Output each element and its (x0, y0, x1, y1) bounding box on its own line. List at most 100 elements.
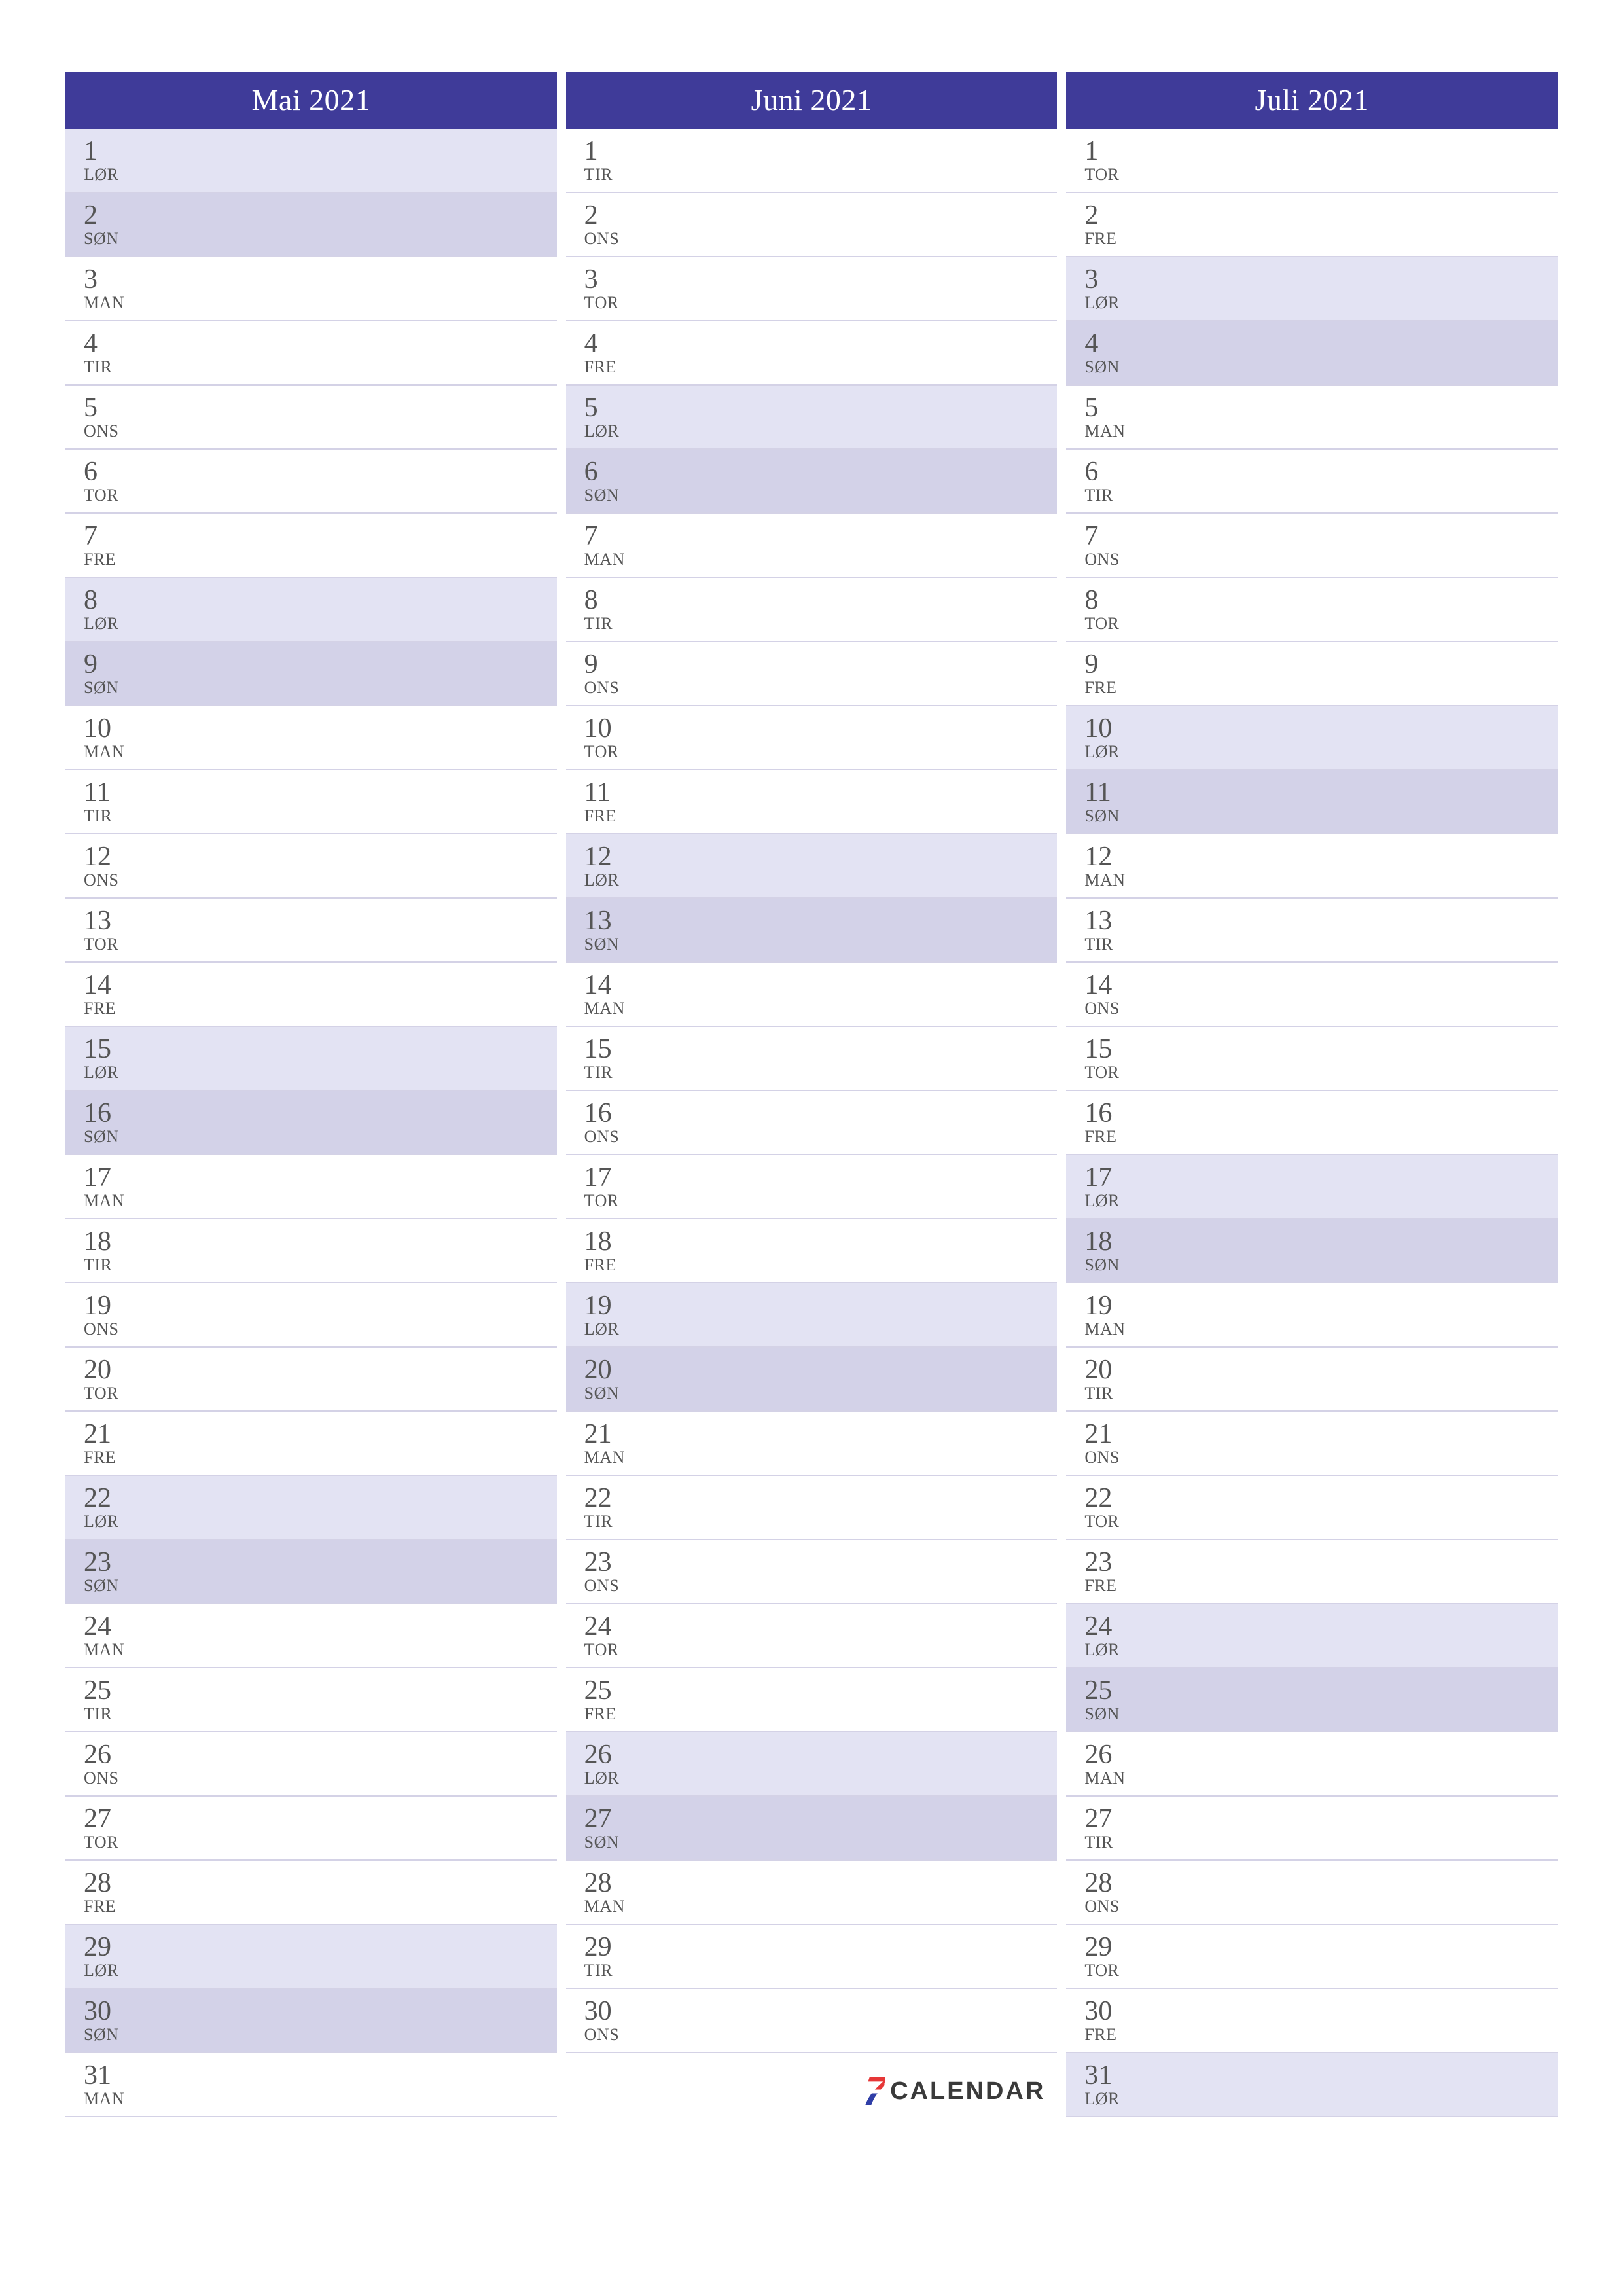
day-of-week-label: TIR (584, 166, 1058, 185)
day-of-week-label: FRE (1084, 2026, 1558, 2045)
day-cell: 24TOR (566, 1604, 1058, 1668)
day-number: 11 (1084, 778, 1558, 807)
day-number: 22 (1084, 1484, 1558, 1513)
day-of-week-label: LØR (1084, 743, 1558, 762)
day-cell: 8TIR (566, 578, 1058, 642)
day-number: 27 (1084, 1804, 1558, 1833)
day-number: 11 (84, 778, 557, 807)
day-of-week-label: LØR (84, 1962, 557, 1981)
day-of-week-label: LØR (584, 1769, 1058, 1788)
day-cell: 8LØR (65, 578, 557, 642)
day-number: 17 (84, 1163, 557, 1192)
day-number: 5 (1084, 393, 1558, 422)
day-of-week-label: TOR (1084, 1513, 1558, 1532)
day-cell: 27TIR (1066, 1797, 1558, 1861)
day-cell: 5MAN (1066, 386, 1558, 450)
day-cell: 20TOR (65, 1348, 557, 1412)
day-cell: 18SØN (1066, 1219, 1558, 1283)
day-cell: 12ONS (65, 834, 557, 899)
day-cell: 14MAN (566, 963, 1058, 1027)
day-of-week-label: LØR (584, 871, 1058, 890)
day-number: 23 (1084, 1548, 1558, 1577)
day-of-week-label: TOR (1084, 166, 1558, 185)
day-of-week-label: TIR (584, 1513, 1058, 1532)
day-of-week-label: TOR (1084, 615, 1558, 634)
day-of-week-label: ONS (84, 422, 557, 441)
day-of-week-label: MAN (84, 2090, 557, 2109)
day-of-week-label: SØN (584, 1384, 1058, 1403)
day-number: 29 (1084, 1933, 1558, 1962)
day-number: 12 (584, 842, 1058, 871)
day-of-week-label: ONS (584, 2026, 1058, 2045)
day-of-week-label: MAN (1084, 1769, 1558, 1788)
month-column: Juni 20211TIR2ONS3TOR4FRE5LØR6SØN7MAN8TI… (566, 72, 1058, 2119)
day-cell: 9FRE (1066, 642, 1558, 706)
day-of-week-label: MAN (84, 1641, 557, 1660)
day-number: 26 (584, 1740, 1058, 1769)
day-cell: 22TOR (1066, 1476, 1558, 1540)
day-of-week-label: ONS (584, 679, 1058, 698)
day-cell: 20SØN (566, 1348, 1058, 1412)
day-cell: 25TIR (65, 1668, 557, 1732)
day-of-week-label: LØR (84, 615, 557, 634)
day-cell: 19ONS (65, 1283, 557, 1348)
day-number: 1 (584, 137, 1058, 166)
day-cell: 25FRE (566, 1668, 1058, 1732)
day-number: 27 (584, 1804, 1058, 1833)
day-cell: 5LØR (566, 386, 1058, 450)
day-cell: 30ONS (566, 1989, 1058, 2053)
day-cell: 24MAN (65, 1604, 557, 1668)
day-number: 3 (84, 265, 557, 294)
day-of-week-label: TIR (1084, 1384, 1558, 1403)
day-of-week-label: LØR (84, 1064, 557, 1083)
day-number: 24 (1084, 1612, 1558, 1641)
day-number: 19 (1084, 1291, 1558, 1320)
day-of-week-label: FRE (1084, 230, 1558, 249)
day-of-week-label: TIR (584, 1064, 1058, 1083)
day-number: 20 (1084, 1355, 1558, 1384)
day-of-week-label: TIR (584, 615, 1058, 634)
day-cell: 10TOR (566, 706, 1058, 770)
day-number: 29 (584, 1933, 1058, 1962)
day-cell: 6TIR (1066, 450, 1558, 514)
day-number: 16 (584, 1099, 1058, 1128)
day-of-week-label: FRE (84, 1448, 557, 1467)
day-number: 14 (1084, 971, 1558, 999)
day-of-week-label: LØR (1084, 294, 1558, 313)
day-number: 25 (84, 1676, 557, 1705)
day-of-week-label: FRE (584, 807, 1058, 826)
day-cell: 28MAN (566, 1861, 1058, 1925)
day-cell: 20TIR (1066, 1348, 1558, 1412)
day-cell: 11SØN (1066, 770, 1558, 834)
day-number: 10 (584, 714, 1058, 743)
day-cell: 23SØN (65, 1540, 557, 1604)
day-number: 27 (84, 1804, 557, 1833)
day-cell: 28FRE (65, 1861, 557, 1925)
day-number: 18 (84, 1227, 557, 1256)
day-cell: 18TIR (65, 1219, 557, 1283)
day-cell: 16ONS (566, 1091, 1058, 1155)
day-cell: 9ONS (566, 642, 1058, 706)
day-cell: 16FRE (1066, 1091, 1558, 1155)
day-cell: 7FRE (65, 514, 557, 578)
day-cell: 27TOR (65, 1797, 557, 1861)
day-number: 22 (84, 1484, 557, 1513)
day-of-week-label: SØN (1084, 1256, 1558, 1275)
day-of-week-label: LØR (584, 1320, 1058, 1339)
day-of-week-label: TIR (84, 1705, 557, 1724)
day-cell: 18FRE (566, 1219, 1058, 1283)
day-cell: 6SØN (566, 450, 1058, 514)
day-number: 28 (1084, 1869, 1558, 1897)
day-number: 30 (584, 1997, 1058, 2026)
day-of-week-label: TOR (584, 294, 1058, 313)
day-cell: 6TOR (65, 450, 557, 514)
day-number: 25 (584, 1676, 1058, 1705)
day-number: 8 (84, 586, 557, 615)
day-of-week-label: SØN (584, 1833, 1058, 1852)
day-number: 16 (1084, 1099, 1558, 1128)
day-number: 25 (1084, 1676, 1558, 1705)
day-cell: 2ONS (566, 193, 1058, 257)
day-number: 14 (84, 971, 557, 999)
day-cell: 27SØN (566, 1797, 1058, 1861)
day-of-week-label: ONS (84, 871, 557, 890)
